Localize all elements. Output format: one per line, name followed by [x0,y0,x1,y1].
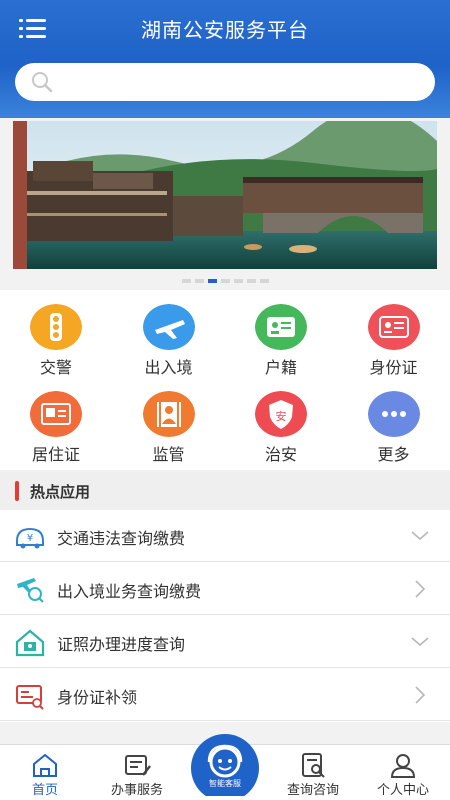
grid-item-label: 监管 [152,445,185,464]
airplane-icon [142,304,195,350]
tab-label: 首页 [31,783,58,798]
page-title: 湖南公安服务平台 [141,18,309,42]
tab-label: 查询咨询 [286,783,339,798]
carousel-dot[interactable] [259,279,269,283]
carousel-dot[interactable] [220,279,230,283]
chevron-right-icon[interactable] [410,685,430,705]
grid-item-label: 交警 [39,358,72,377]
grid-item-2[interactable]: 出入境 [113,290,225,378]
hot-app-label: 证照办理进度查询 [57,635,186,654]
plane-search-icon [17,578,44,603]
hot-app-item[interactable]: 身份证补领 [0,669,450,721]
chevron-down-icon[interactable] [410,632,430,652]
chevron-right-icon[interactable] [410,579,430,599]
carousel-dot[interactable] [246,279,256,283]
svg-text:¥: ¥ [27,533,33,544]
hot-apps-list: ¥ 交通违法查询缴费 出入境业务查询缴费 证照办理进度查询 身份证补领 [0,510,450,722]
residence-card-icon [30,391,82,437]
section-title: 热点应用 [30,483,91,501]
carousel-dot[interactable] [233,279,243,283]
hot-app-label: 交通违法查询缴费 [57,529,186,548]
hot-apps-header: 热点应用 [0,472,450,510]
grid-item-7[interactable]: 安治安 [225,377,337,465]
carousel-dot[interactable] [194,279,204,283]
tab-2[interactable]: 办事服务 [92,745,182,800]
grid-item-4[interactable]: 身份证 [338,290,450,378]
tab-3[interactable]: 查询咨询 [268,745,358,800]
house-icon [15,629,45,657]
search-icon [32,72,53,93]
hot-app-item[interactable]: 出入境业务查询缴费 [0,563,450,615]
home-icon [33,753,57,777]
chevron-down-icon[interactable] [410,526,430,546]
tab-1[interactable]: 首页 [0,745,90,800]
more-icon [367,391,420,437]
household-card-icon [255,304,307,350]
grid-item-label: 治安 [264,445,297,464]
id-card-icon [367,304,420,350]
car-fine-icon: ¥ [16,527,44,549]
id-reissue-icon [16,685,44,710]
carousel-dot[interactable] [207,279,217,283]
grid-item-label: 身份证 [369,358,418,377]
grid-item-label: 户籍 [264,358,297,377]
grid-item-3[interactable]: 户籍 [225,290,337,378]
grid-item-8[interactable]: 更多 [338,377,450,465]
header: 湖南公安服务平台 [0,0,450,118]
carousel-indicator [0,279,450,283]
search-bar[interactable] [15,63,435,101]
grid-item-5[interactable]: 居住证 [0,377,112,465]
customer-service-label: 智能客服 [209,778,241,788]
banner-image [13,121,437,269]
hot-app-label: 身份证补领 [57,688,138,707]
grid-item-6[interactable]: 监管 [113,377,225,465]
grid-item-label: 更多 [377,445,410,464]
security-shield-icon: 安 [255,391,307,437]
tab-label: 个人中心 [376,783,429,798]
customer-service-button[interactable]: 智能客服 [190,734,260,796]
tab-label: 办事服务 [110,783,163,798]
hot-app-label: 出入境业务查询缴费 [57,582,202,601]
service-icon [125,755,151,776]
supervision-icon [142,391,195,437]
carousel-dot[interactable] [181,279,191,283]
query-icon [302,753,325,778]
grid-item-label: 出入境 [144,358,193,377]
user-icon [390,754,416,778]
grid-item-1[interactable]: 交警 [0,290,112,378]
service-grid: 交警 出入境 户籍 身份证 居住证 监管安治安 更多 [0,290,450,470]
tab-4[interactable]: 个人中心 [358,745,448,800]
section-marker [15,481,19,501]
hot-app-item[interactable]: 证照办理进度查询 [0,616,450,668]
hot-app-item[interactable]: ¥ 交通违法查询缴费 [0,510,450,562]
traffic-light-icon [30,304,82,350]
banner-carousel[interactable] [13,121,437,269]
grid-item-label: 居住证 [31,445,80,464]
svg-text:安: 安 [276,409,287,423]
